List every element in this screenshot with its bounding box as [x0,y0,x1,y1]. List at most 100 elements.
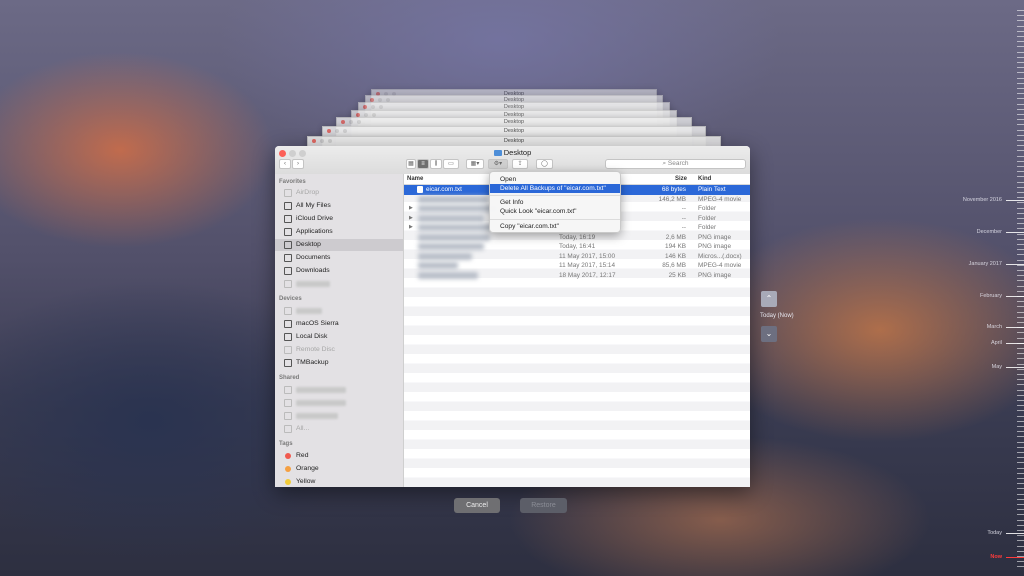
timeline-tick[interactable] [1017,181,1024,183]
timeline-tick[interactable] [1017,332,1024,334]
timeline-tick[interactable] [1017,77,1024,79]
timeline-tick[interactable] [1017,140,1024,141]
timeline-tick[interactable] [1017,259,1024,261]
timeline-tick[interactable] [1017,186,1024,188]
menu-item[interactable]: Get Info [490,198,620,207]
cover-flow-button[interactable]: ▭ [443,159,459,169]
timeline-tick[interactable] [1017,72,1024,74]
timeline-tick[interactable] [1017,400,1024,401]
sidebar-item[interactable]: Remote Disc [275,344,403,356]
timeline-label[interactable]: December [977,229,1002,235]
tags-button[interactable]: ◯ [536,159,553,169]
sidebar-item-redacted[interactable] [275,278,403,290]
timeline-tick[interactable] [1017,228,1024,230]
tag-item[interactable]: Yellow [275,476,403,487]
timeline-major-tick[interactable] [1006,200,1024,201]
timeline-tick[interactable] [1017,316,1024,318]
timeline-tick[interactable] [1017,150,1024,152]
timeline-tick[interactable] [1017,192,1024,193]
older-backup-button[interactable]: ⌃ [761,291,777,307]
timeline-label[interactable]: Today [987,530,1002,536]
timeline-tick[interactable] [1017,98,1024,100]
timeline-tick[interactable] [1017,82,1024,84]
tag-item[interactable]: Red [275,450,403,462]
timeline-tick[interactable] [1017,25,1024,27]
search-input[interactable]: ⌕ Search [605,159,746,169]
timeline-major-tick[interactable] [1006,557,1024,558]
timeline-tick[interactable] [1017,145,1024,147]
timeline-tick[interactable] [1017,134,1024,136]
timeline-label[interactable]: November 2016 [963,197,1002,203]
share-button[interactable]: ⇪ [512,159,528,169]
timeline-tick[interactable] [1017,545,1024,547]
timeline-tick[interactable] [1017,46,1024,48]
cancel-button[interactable]: Cancel [454,498,500,513]
sidebar-item-redacted[interactable] [275,397,403,409]
timeline-tick[interactable] [1017,233,1024,235]
sidebar-item-redacted[interactable] [275,384,403,396]
timeline-tick[interactable] [1017,93,1024,95]
timeline-tick[interactable] [1017,306,1024,308]
timeline-tick[interactable] [1017,389,1024,391]
sidebar-item[interactable]: Documents [275,252,403,264]
column-size[interactable]: Size [675,176,687,182]
timeline-tick[interactable] [1017,415,1024,417]
sidebar-item[interactable]: All My Files [275,200,403,212]
timeline-tick[interactable] [1017,472,1024,474]
timeline-tick[interactable] [1017,212,1024,214]
timeline-tick[interactable] [1017,462,1024,464]
table-row[interactable]: Today, 16:19 2,6 MB PNG image [404,233,750,243]
sidebar-item[interactable]: Applications [275,226,403,238]
timeline-tick[interactable] [1017,30,1024,32]
sidebar-item[interactable]: Desktop [275,239,403,251]
timeline-tick[interactable] [1017,374,1024,375]
disclosure-triangle-icon[interactable]: ▶ [409,223,413,233]
timeline-tick[interactable] [1017,394,1024,396]
timeline-tick[interactable] [1017,88,1024,89]
timeline-tick[interactable] [1017,498,1024,500]
timeline-major-tick[interactable] [1006,327,1024,328]
timeline-tick[interactable] [1017,275,1024,277]
timeline-tick[interactable] [1017,441,1024,443]
timeline-tick[interactable] [1017,244,1024,245]
timeline-tick[interactable] [1017,311,1024,313]
menu-item[interactable]: Quick Look "eicar.com.txt" [490,207,620,216]
timeline-tick[interactable] [1017,56,1024,58]
timeline-tick[interactable] [1017,301,1024,303]
timeline-tick[interactable] [1017,519,1024,521]
sidebar-item-redacted[interactable] [275,305,403,317]
timeline-tick[interactable] [1017,280,1024,282]
timeline-tick[interactable] [1017,218,1024,219]
timeline-tick[interactable] [1017,478,1024,479]
timeline-tick[interactable] [1017,431,1024,433]
sidebar-item[interactable]: Downloads [275,265,403,277]
timeline-tick[interactable] [1017,457,1024,459]
timeline-tick[interactable] [1017,62,1024,63]
column-name[interactable]: Name [407,176,423,182]
timeline-major-tick[interactable] [1006,343,1024,344]
timeline-label[interactable]: May [992,364,1002,370]
timeline-tick[interactable] [1017,67,1024,69]
timeline-label[interactable]: Now [990,554,1002,560]
timeline-major-tick[interactable] [1006,367,1024,368]
timeline-tick[interactable] [1017,348,1024,349]
sidebar-item-redacted[interactable] [275,410,403,422]
timeline-tick[interactable] [1017,493,1024,495]
timeline-tick[interactable] [1017,290,1024,292]
timeline-tick[interactable] [1017,509,1024,511]
timeline-tick[interactable] [1017,426,1024,427]
timeline-tick[interactable] [1017,202,1024,204]
timeline-tick[interactable] [1017,436,1024,438]
table-row[interactable]: 11 May 2017, 15:14 85,6 MB MPEG-4 movie [404,261,750,271]
timeline-tick[interactable] [1017,410,1024,412]
timeline-tick[interactable] [1017,514,1024,516]
timeline-tick[interactable] [1017,10,1024,11]
timeline-tick[interactable] [1017,379,1024,381]
timeline-tick[interactable] [1017,197,1024,199]
timeline-tick[interactable] [1017,363,1024,365]
timeline-tick[interactable] [1017,41,1024,43]
newer-backup-button[interactable]: ⌄ [761,326,777,342]
timeline-tick[interactable] [1017,384,1024,386]
timeline-major-tick[interactable] [1006,264,1024,265]
disclosure-triangle-icon[interactable]: ▶ [409,204,413,214]
